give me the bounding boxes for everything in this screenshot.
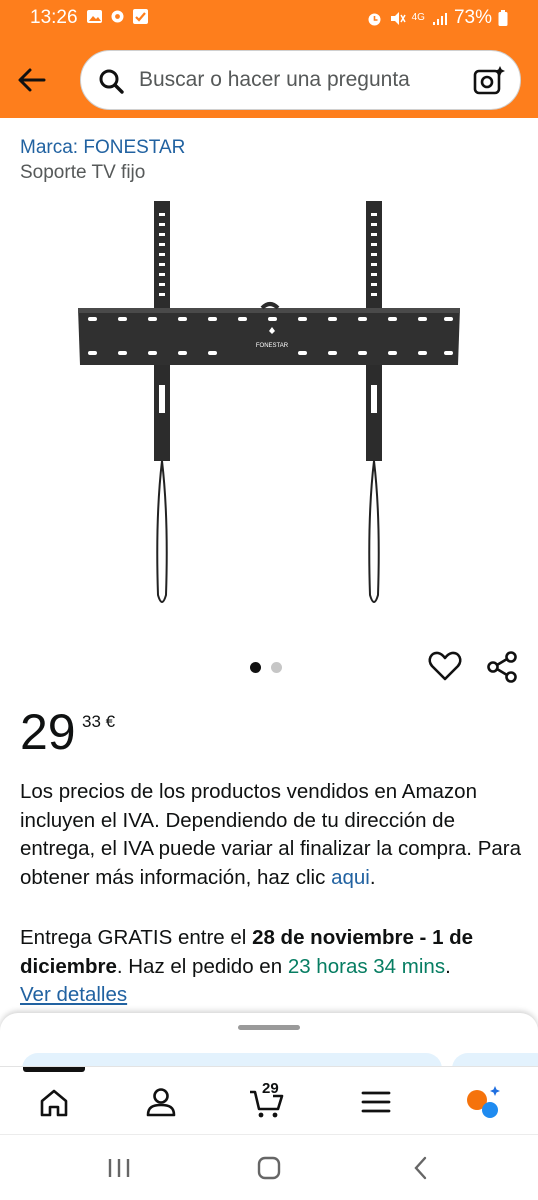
- bottom-sheet[interactable]: [0, 1013, 538, 1083]
- status-time: 13:26: [30, 7, 78, 28]
- account-icon[interactable]: [143, 1084, 179, 1120]
- rufus-assistant-icon[interactable]: [464, 1084, 500, 1120]
- bottom-nav: [0, 1066, 538, 1134]
- camera-search-icon[interactable]: [472, 64, 506, 98]
- battery-icon: [498, 9, 508, 26]
- delivery-countdown: 23 horas 34 mins: [287, 954, 446, 978]
- search-icon: [99, 69, 124, 94]
- recent-apps-icon[interactable]: [104, 1153, 134, 1183]
- carousel-indicator: [250, 662, 282, 673]
- status-bar: 13:26 4G 73%: [0, 0, 538, 36]
- top-bar: 13:26 4G 73% Buscar o hacer una pregunta: [0, 0, 538, 118]
- gallery-icon: [87, 10, 102, 23]
- price-fraction: 33 €: [82, 712, 116, 731]
- check-icon: [133, 9, 148, 24]
- carousel-dot-active: [250, 662, 261, 673]
- product-image[interactable]: FONESTAR: [70, 195, 470, 615]
- alarm-icon: [368, 13, 381, 25]
- sheet-grabber[interactable]: [238, 1025, 300, 1030]
- back-arrow-icon[interactable]: [14, 62, 50, 98]
- menu-icon[interactable]: [358, 1084, 394, 1120]
- delivery-info: Entrega GRATIS entre el 28 de noviembre …: [20, 924, 525, 1010]
- home-icon[interactable]: [36, 1084, 72, 1120]
- price: 29 33 €: [20, 704, 115, 760]
- mute-icon: [390, 11, 406, 25]
- see-details-link[interactable]: Ver detalles: [20, 983, 127, 1006]
- delivery-prefix: Entrega GRATIS entre el: [20, 926, 253, 949]
- vat-info: Los precios de los productos vendidos en…: [20, 778, 525, 892]
- price-whole: 29: [20, 704, 76, 760]
- product-title: Soporte TV fijo: [20, 162, 146, 183]
- network-type: 4G: [411, 12, 425, 23]
- delivery-end: .: [445, 954, 451, 978]
- delivery-middle: . Haz el pedido en: [116, 954, 288, 978]
- share-icon[interactable]: [484, 649, 520, 685]
- system-nav-bar: [0, 1134, 538, 1200]
- vat-text-end: .: [369, 865, 376, 889]
- home-button-icon[interactable]: [254, 1153, 284, 1183]
- search-bar[interactable]: Buscar o hacer una pregunta: [80, 50, 521, 110]
- vat-info-link[interactable]: aqui: [331, 866, 370, 889]
- nav-active-indicator: [23, 1067, 85, 1072]
- wishlist-heart-icon[interactable]: [427, 648, 463, 684]
- back-button-icon[interactable]: [406, 1153, 436, 1183]
- brand-link[interactable]: Marca: FONESTAR: [20, 137, 185, 159]
- vat-text: Los precios de los productos vendidos en…: [20, 780, 521, 889]
- signal-icon: [432, 12, 447, 25]
- battery-percent: 73%: [453, 7, 492, 28]
- carousel-dot: [271, 662, 282, 673]
- product-image-brand: FONESTAR: [256, 343, 289, 349]
- cart-count: 29: [262, 1080, 279, 1097]
- search-placeholder: Buscar o hacer una pregunta: [139, 68, 410, 91]
- settings-icon: [111, 10, 124, 23]
